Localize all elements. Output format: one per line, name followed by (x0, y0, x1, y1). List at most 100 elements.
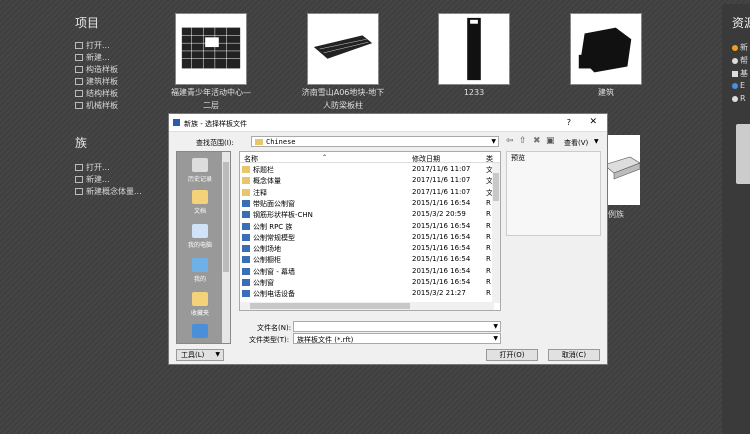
tools-button[interactable]: 工具(L) ▼ (176, 349, 224, 361)
file-list-hscrollbar[interactable] (240, 302, 494, 310)
file-type: R (486, 198, 491, 207)
delete-icon[interactable]: ✖ (533, 136, 541, 146)
families-title: 族 (75, 136, 88, 150)
view-menu[interactable]: 查看(V) (564, 138, 588, 148)
places-scrollbar[interactable] (222, 152, 230, 343)
place-desktop[interactable] (177, 324, 223, 340)
file-date: 2017/11/6 11:07 (412, 165, 471, 173)
up-folder-icon[interactable]: ⇧ (519, 136, 527, 146)
families-links: 打开... 新建... 新建概念体量... (75, 162, 142, 198)
project-thumb-2[interactable] (307, 13, 379, 85)
file-date: 2015/1/16 16:54 (412, 198, 471, 207)
family-open-link[interactable]: 打开... (75, 162, 142, 174)
template-file-icon (242, 199, 250, 207)
projects-links: 打开... 新建... 构造样板 建筑样板 结构样板 机械样板 (75, 40, 118, 112)
file-name: 注释 (253, 188, 267, 197)
project-open-link[interactable]: 打开... (75, 40, 118, 52)
preview-label: 预览 (511, 154, 525, 162)
sort-arrow-icon: ⌃ (322, 154, 328, 161)
file-row[interactable]: 概念体量 2017/11/6 11:07 文 (240, 175, 494, 186)
project-thumb-3[interactable] (438, 13, 510, 85)
column-date[interactable]: 修改日期 (412, 154, 440, 164)
lookin-select[interactable]: Chinese ▼ (251, 136, 499, 147)
project-thumb-4[interactable] (570, 13, 642, 85)
template-file-icon (242, 211, 250, 219)
project-thumb-1[interactable] (175, 13, 247, 85)
family-new-link[interactable]: 新建... (75, 174, 142, 186)
file-name: 标题栏 (253, 166, 274, 174)
project-structure-template-link[interactable]: 结构样板 (75, 88, 118, 100)
file-date: 2015/1/16 16:54 (412, 232, 471, 241)
file-row[interactable]: 注释 2017/11/6 11:07 文 (240, 187, 494, 198)
place-favorites[interactable]: 收藏夹 (177, 292, 223, 317)
file-name: 公制电话设备 (253, 290, 295, 299)
close-button[interactable]: ✕ (589, 117, 597, 127)
help-button[interactable]: ? (567, 118, 571, 127)
file-row[interactable]: 标题栏 2017/11/6 11:07 文 (240, 164, 494, 175)
file-type: R (486, 244, 491, 253)
resource-image (736, 124, 750, 184)
file-row[interactable]: 公制场地 2015/1/16 16:54 R (240, 243, 494, 254)
place-network[interactable]: 我的 (177, 258, 223, 283)
file-date: 2015/1/16 16:54 (412, 244, 471, 253)
file-date: 2015/1/16 16:54 (412, 266, 471, 275)
file-type: R (486, 255, 491, 264)
template-file-icon (242, 245, 250, 253)
file-list: 名称 ⌃ 修改日期 类 标题栏 2017/11/6 11:07 文概念体量 2017/… (239, 151, 501, 311)
filename-input[interactable]: ▼ (293, 321, 501, 332)
cancel-button[interactable]: 取消(C) (548, 349, 600, 361)
computer-icon (192, 224, 208, 238)
family-new-mass-link[interactable]: 新建概念体量... (75, 186, 142, 198)
project-thumb-3-label: 1233 (463, 88, 485, 97)
project-new-link[interactable]: 新建... (75, 52, 118, 64)
video-icon (732, 70, 738, 77)
lookin-value: Chinese (266, 138, 296, 146)
file-date: 2015/1/16 16:54 (412, 278, 471, 286)
file-name: 公制橱柜 (253, 256, 281, 265)
resource-item-r[interactable]: R (732, 94, 746, 103)
file-name: 公制窗 (253, 279, 274, 287)
view-chevron-icon[interactable]: ▼ (594, 138, 599, 145)
file-type: R (486, 266, 491, 275)
new-folder-icon[interactable]: ▣ (546, 136, 555, 146)
resource-item-new[interactable]: 新 (732, 42, 748, 53)
file-row[interactable]: 钢筋形状样板-CHN 2015/3/2 20:59 R (240, 209, 494, 220)
dialog-titlebar[interactable]: 新族 - 选择样板文件 ? ✕ (169, 114, 607, 132)
open-button[interactable]: 打开(O) (486, 349, 538, 361)
place-history[interactable]: 历史记录 (177, 158, 223, 183)
file-row[interactable]: 公制 RPC 族 2015/1/16 16:54 R (240, 221, 494, 232)
filetype-label: 文件类型(T): (249, 336, 290, 344)
resources-title: 资源 (732, 16, 750, 30)
file-row[interactable]: 公制窗 - 幕墙 2015/1/16 16:54 R (240, 266, 494, 277)
network-icon (192, 258, 208, 272)
back-icon[interactable]: ⇦ (506, 136, 514, 146)
places-bar: 历史记录 文档 我的电脑 我的 收藏夹 (176, 151, 231, 344)
link-icon (732, 95, 738, 102)
file-row[interactable]: 公制电话设备 2015/3/2 21:27 R (240, 288, 494, 299)
filetype-select[interactable]: 族样板文件 (*.rft) ▼ (293, 333, 501, 344)
file-date: 2015/3/2 20:59 (412, 210, 466, 219)
resources-panel: 资源 新 帮 基 E R (722, 4, 750, 434)
place-documents[interactable]: 文档 (177, 190, 223, 215)
file-row[interactable]: 公制橱柜 2015/1/16 16:54 R (240, 254, 494, 265)
file-type: R (486, 221, 491, 230)
place-computer[interactable]: 我的电脑 (177, 224, 223, 249)
favorites-icon (192, 292, 208, 306)
file-list-vscrollbar[interactable] (492, 163, 500, 303)
documents-icon (192, 190, 208, 204)
filename-chevron-icon[interactable]: ▼ (493, 323, 498, 330)
resource-item-e[interactable]: E (732, 81, 745, 90)
file-row[interactable]: 公制常规模型 2015/1/16 16:54 R (240, 232, 494, 243)
project-architecture-template-link[interactable]: 建筑样板 (75, 76, 118, 88)
file-name: 公制窗 - 幕墙 (253, 267, 295, 276)
file-row[interactable]: 带贴面公制窗 2015/1/16 16:54 R (240, 198, 494, 209)
project-construction-template-link[interactable]: 构造样板 (75, 64, 118, 76)
project-thumb-1-label: 福建青少年活动中心— 二层 (171, 88, 251, 110)
file-row[interactable]: 公制窗 2015/1/16 16:54 R (240, 277, 494, 288)
project-mechanical-template-link[interactable]: 机械样板 (75, 100, 118, 112)
file-date: 2015/1/16 16:54 (412, 221, 471, 230)
resource-item-basic[interactable]: 基 (732, 68, 748, 79)
resource-item-help[interactable]: 帮 (732, 55, 748, 66)
template-file-icon (242, 290, 250, 298)
column-name[interactable]: 名称 (244, 154, 258, 164)
